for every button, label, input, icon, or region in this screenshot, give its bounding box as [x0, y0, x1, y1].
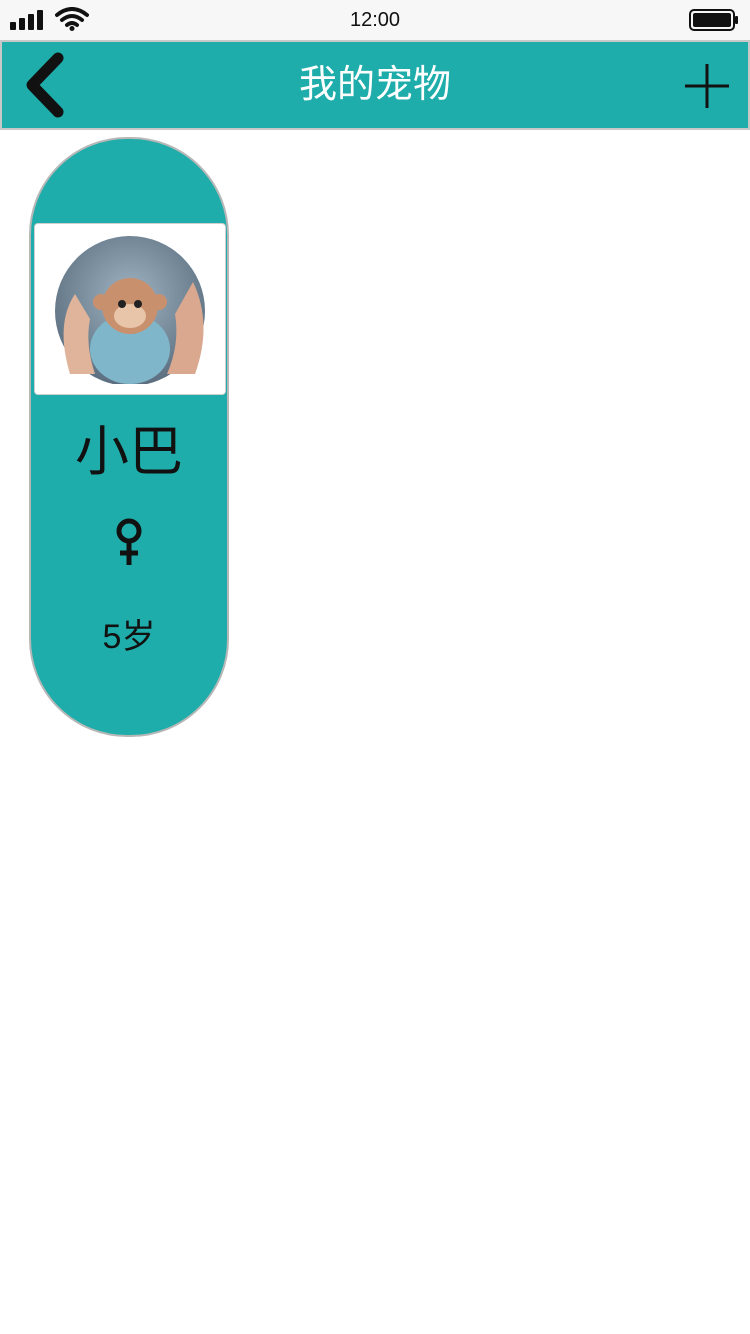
page-title: 我的宠物 [298, 64, 451, 106]
plus-icon [685, 64, 729, 108]
female-icon [116, 518, 142, 565]
status-time: 12:00 [349, 9, 401, 31]
avatar-frame [34, 223, 226, 395]
chevron-left-icon [26, 52, 64, 118]
avatar [35, 236, 225, 394]
add-button[interactable] [682, 62, 732, 110]
status-bar: 12:00 [0, 0, 750, 40]
pet-age: 5岁 [102, 618, 156, 656]
pet-name: 小巴 [75, 422, 183, 482]
nav-bar: 我的宠物 [0, 40, 750, 130]
back-button[interactable] [18, 50, 74, 120]
pet-card[interactable]: 小巴 5岁 [29, 137, 229, 737]
battery-icon [689, 9, 738, 31]
